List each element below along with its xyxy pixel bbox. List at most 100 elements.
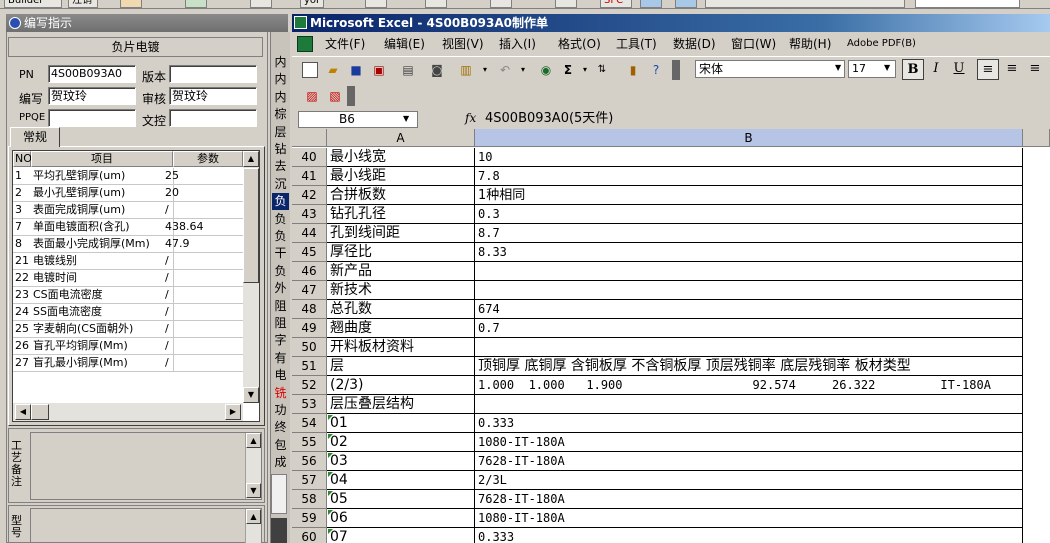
formula-input[interactable]: 4S00B093A0(5天件)	[485, 110, 1050, 128]
row-header[interactable]: 44	[292, 224, 327, 243]
align-right-icon[interactable]: ≡	[1024, 59, 1046, 80]
name-box-dropdown-icon[interactable]: ▼	[403, 114, 409, 123]
tab-general[interactable]: 常规	[10, 127, 60, 147]
cell-b[interactable]: 顶铜厚 底铜厚 含铜板厚 不含铜板厚 顶层残铜率 底层残铜率 板材类型	[475, 357, 1023, 376]
ppqe-field[interactable]	[48, 109, 136, 127]
undo-icon[interactable]: ↶	[497, 62, 513, 78]
menu-window[interactable]: 窗口(W)	[731, 33, 776, 55]
scroll-down-button[interactable]: ▼	[243, 387, 259, 403]
process-step[interactable]: 终	[272, 419, 289, 436]
cell-b[interactable]: 7628-IT-180A	[475, 490, 1023, 509]
grid-row[interactable]: 21 电镀线别 /	[13, 253, 243, 270]
taskbar-item[interactable]: 注销	[68, 0, 98, 8]
memo2-scroll-up[interactable]: ▲	[246, 509, 261, 524]
name-box[interactable]: B6	[298, 111, 418, 128]
taskbar-input[interactable]	[915, 0, 1020, 8]
process-step[interactable]: 层	[272, 124, 289, 141]
chart-wizard-icon[interactable]: ▮	[625, 62, 641, 78]
process-step[interactable]: 阻	[272, 298, 289, 315]
column-header-c[interactable]	[1023, 129, 1050, 147]
scroll-up-button[interactable]: ▲	[243, 151, 259, 167]
row-header[interactable]: 52	[292, 376, 327, 395]
grid-row[interactable]: 22 电镀时间 /	[13, 270, 243, 287]
row-header[interactable]: 49	[292, 319, 327, 338]
workbook-icon[interactable]	[297, 36, 313, 52]
cell-b[interactable]: 674	[475, 300, 1023, 319]
cell-a[interactable]: 合拼板数	[327, 186, 475, 205]
cell-a[interactable]: 02	[327, 433, 475, 452]
help-icon[interactable]: ?	[648, 62, 664, 78]
menu-adobe-pdf[interactable]: Adobe PDF(B)	[847, 33, 916, 55]
cell-a[interactable]: (2/3)	[327, 376, 475, 395]
cell-a[interactable]: 新技术	[327, 281, 475, 300]
cell-b[interactable]	[475, 262, 1023, 281]
cell-a[interactable]: 新产品	[327, 262, 475, 281]
cell-b[interactable]: 2/3L	[475, 471, 1023, 490]
cell-a[interactable]: 翘曲度	[327, 319, 475, 338]
process-step[interactable]: 负	[272, 193, 289, 211]
grid-row[interactable]: 1 平均孔壁铜厚(um) 25	[13, 168, 243, 185]
cell-a[interactable]: 01	[327, 414, 475, 433]
cell-b[interactable]: 1080-IT-180A	[475, 509, 1023, 528]
cell-a[interactable]: 厚径比	[327, 243, 475, 262]
row-header[interactable]: 57	[292, 471, 327, 490]
cell-b[interactable]	[475, 338, 1023, 357]
menu-edit[interactable]: 编辑(E)	[384, 33, 425, 55]
cell-b[interactable]: 8.33	[475, 243, 1023, 262]
cell-a[interactable]: 总孔数	[327, 300, 475, 319]
print-preview-icon[interactable]: ◙	[429, 62, 445, 78]
doc-control-field[interactable]	[169, 109, 257, 127]
process-step[interactable]: 内	[272, 54, 289, 71]
cell-b[interactable]: 1.000 1.000 1.900 92.574 26.322 IT-180A	[475, 376, 1023, 395]
select-all-corner[interactable]	[292, 129, 327, 147]
row-header[interactable]: 47	[292, 281, 327, 300]
cell-b[interactable]	[475, 395, 1023, 414]
taskbar-icon[interactable]	[250, 0, 272, 8]
hscroll-thumb[interactable]	[31, 404, 49, 420]
cell-b[interactable]: 0.7	[475, 319, 1023, 338]
row-header[interactable]: 59	[292, 509, 327, 528]
row-header[interactable]: 53	[292, 395, 327, 414]
process-step[interactable]: 铣	[272, 385, 289, 402]
cell-b[interactable]: 7628-IT-180A	[475, 452, 1023, 471]
cell-b[interactable]: 8.7	[475, 224, 1023, 243]
process-step[interactable]: 负	[272, 228, 289, 245]
process-step[interactable]: 负	[272, 211, 289, 228]
cell-a[interactable]: 最小线宽	[327, 148, 475, 167]
align-left-icon[interactable]: ≡	[977, 59, 999, 80]
scroll-thumb[interactable]	[243, 168, 259, 283]
process-step[interactable]: 成	[272, 454, 289, 471]
pdf-toolbar-options-icon[interactable]	[347, 86, 355, 106]
process-step[interactable]: 棕	[272, 106, 289, 123]
menu-insert[interactable]: 插入(I)	[499, 33, 536, 55]
save-icon[interactable]: ■	[348, 62, 364, 78]
cell-a[interactable]: 04	[327, 471, 475, 490]
row-header[interactable]: 45	[292, 243, 327, 262]
row-header[interactable]: 51	[292, 357, 327, 376]
row-header[interactable]: 55	[292, 433, 327, 452]
grid-row[interactable]: 8 表面最小完成铜厚(Mm) 47.9	[13, 236, 243, 253]
author-field[interactable]: 贺玟玲	[48, 87, 136, 105]
size-dropdown-icon[interactable]: ▼	[884, 63, 890, 72]
process-step[interactable]: 字	[272, 332, 289, 349]
process-step[interactable]: 去	[272, 158, 289, 175]
row-header[interactable]: 58	[292, 490, 327, 509]
row-header[interactable]: 41	[292, 167, 327, 186]
cell-b[interactable]: 0.333	[475, 528, 1023, 543]
grid-header-item[interactable]: 项目	[31, 151, 173, 167]
grid-row[interactable]: 24 SS面电流密度 /	[13, 304, 243, 321]
taskbar-icon[interactable]	[120, 0, 142, 8]
pdf-email-icon[interactable]: ▧	[327, 88, 343, 104]
taskbar-icon[interactable]	[490, 0, 512, 8]
reviewer-field[interactable]: 贺玟玲	[169, 87, 257, 105]
taskbar-icon[interactable]	[185, 0, 207, 8]
cell-b[interactable]: 10	[475, 148, 1023, 167]
cell-a[interactable]: 钻孔孔径	[327, 205, 475, 224]
underline-button[interactable]: U	[948, 59, 970, 80]
scroll-left-button[interactable]: ◀	[15, 404, 31, 420]
grid-header-param[interactable]: 参数	[173, 151, 243, 167]
column-header-b[interactable]: B	[475, 129, 1023, 147]
grid-row[interactable]: 25 字麦朝向(CS面朝外) /	[13, 321, 243, 338]
process-step[interactable]: 功	[272, 402, 289, 419]
grid-row[interactable]: 2 最小孔壁铜厚(um) 20	[13, 185, 243, 202]
